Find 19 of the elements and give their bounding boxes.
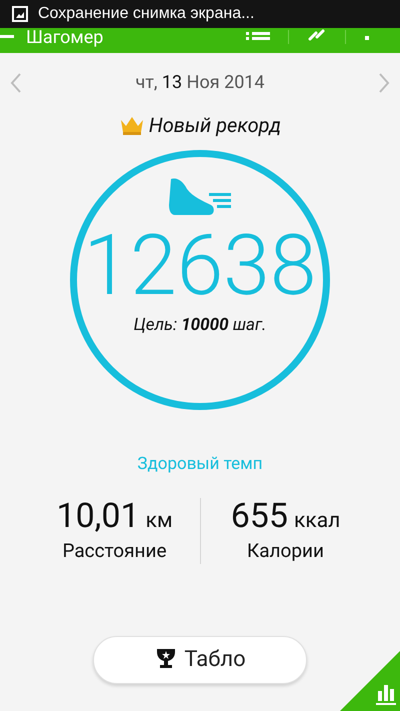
stat-label: Расстояние xyxy=(62,538,167,564)
date-label: чт, 13 Ноя 2014 xyxy=(135,71,265,95)
new-record-label: Новый рекорд xyxy=(148,112,282,139)
stats-corner-button[interactable] xyxy=(340,651,400,711)
pace-label: Здоровый темп xyxy=(136,453,264,476)
step-count: 12638 xyxy=(84,221,316,311)
stat-unit: ккал xyxy=(294,508,340,534)
stat-value: 10,01 xyxy=(56,496,140,536)
link-icon[interactable] xyxy=(307,28,327,40)
app-title: Шагомер xyxy=(26,28,104,48)
scoreboard-button[interactable]: Табло xyxy=(93,636,307,684)
image-icon xyxy=(12,6,28,22)
stat-unit: км xyxy=(146,508,173,534)
list-icon[interactable] xyxy=(246,30,270,40)
step-goal: Цель: 10000 шаг. xyxy=(134,314,266,337)
notification-text: Сохранение снимка экрана... xyxy=(38,4,254,24)
stat-value: 655 xyxy=(230,496,288,536)
crown-icon xyxy=(118,115,145,135)
stat-label: Калории xyxy=(247,538,324,564)
